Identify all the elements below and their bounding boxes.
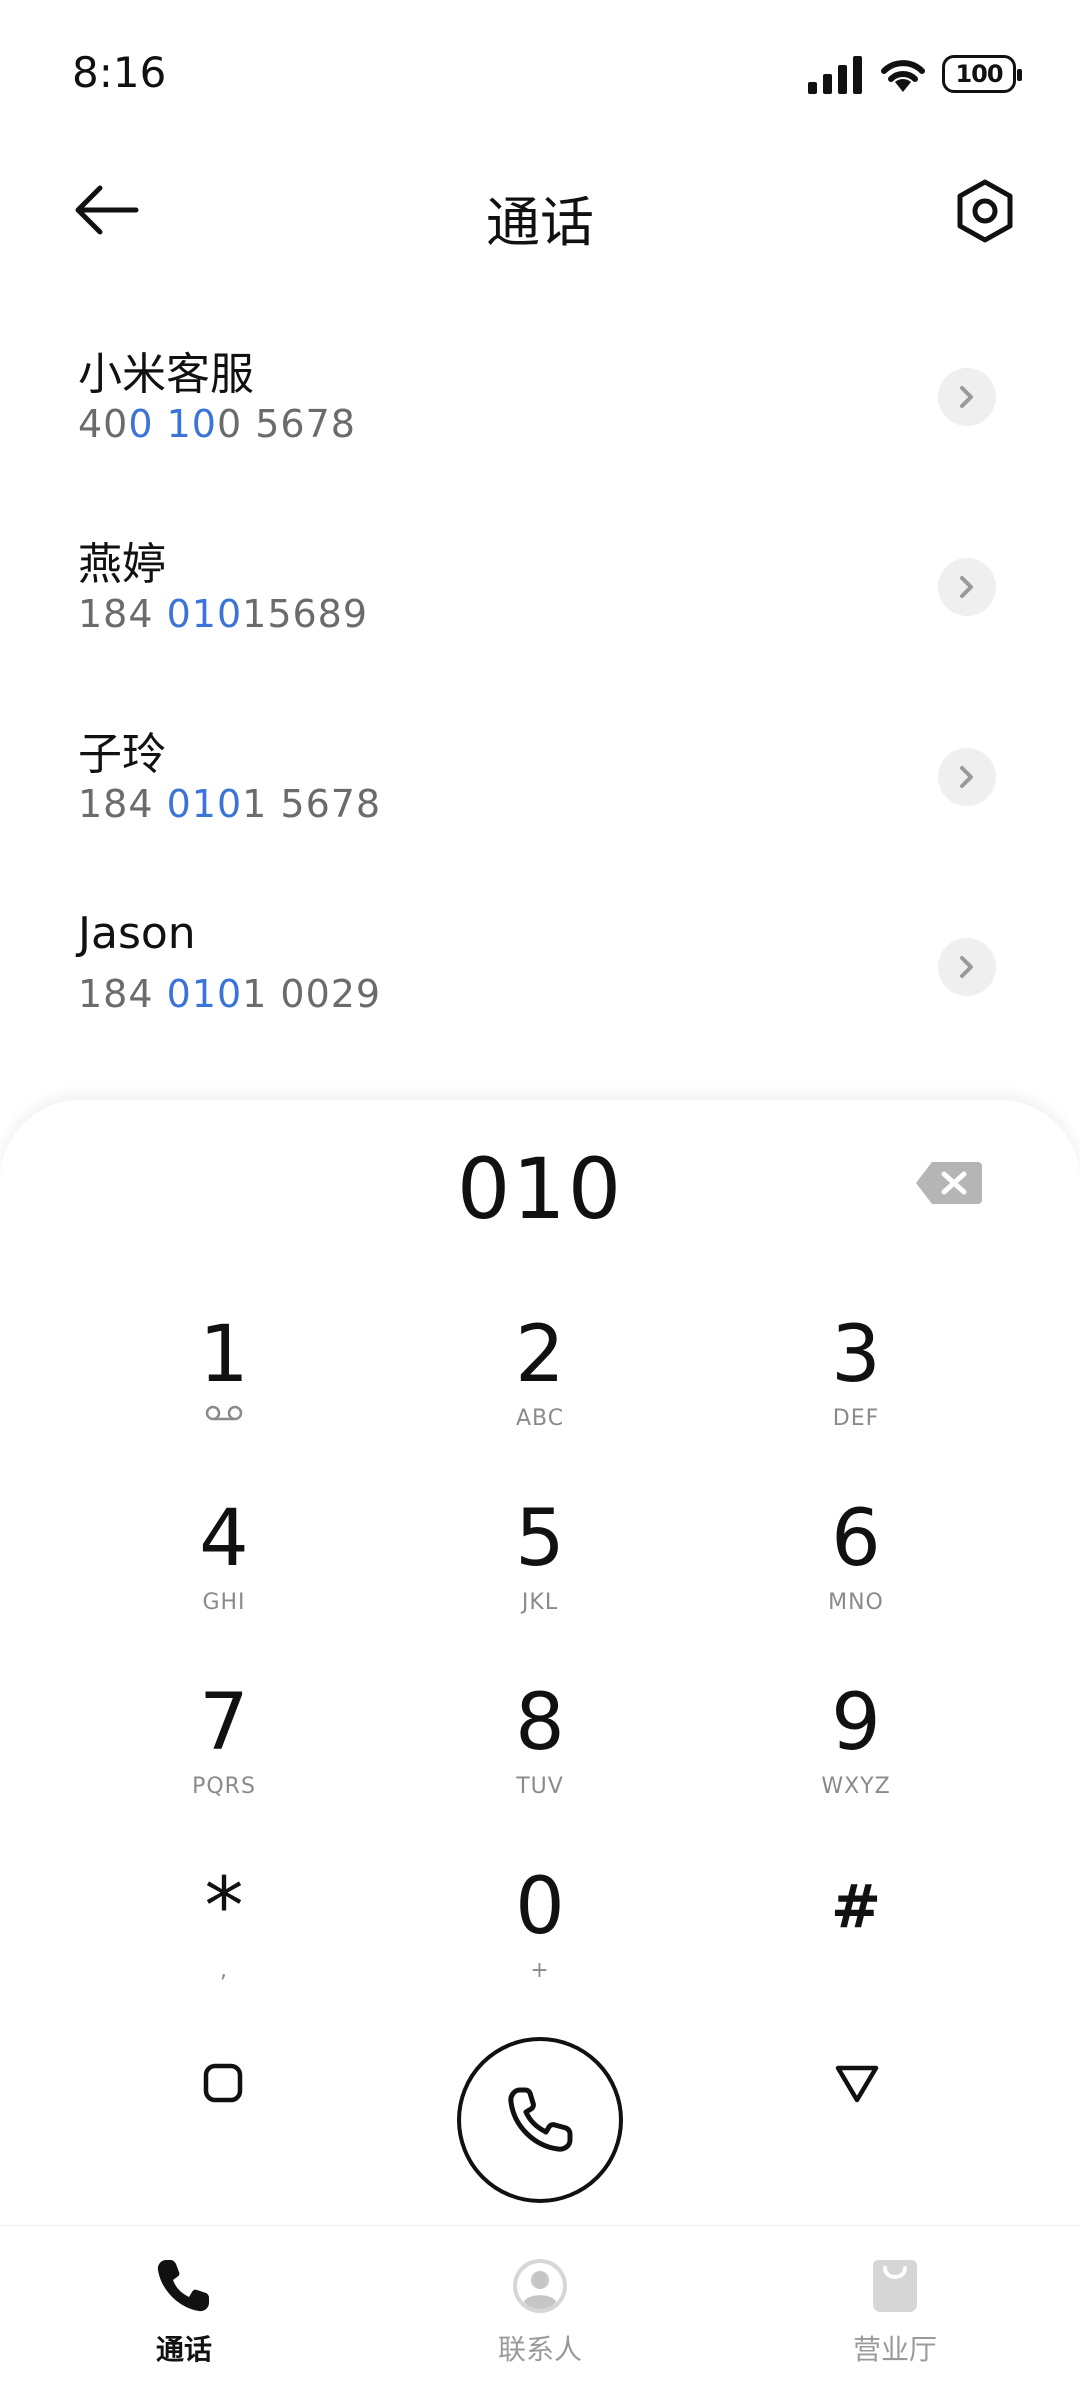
contact-row[interactable]: 小米客服 400 100 5678 xyxy=(0,300,1080,490)
key-1[interactable]: 1 xyxy=(74,1310,374,1460)
nav-tab-contacts[interactable]: 联系人 xyxy=(440,2254,640,2368)
contact-number: 400 100 5678 xyxy=(78,402,356,446)
key-7[interactable]: 7 PQRS xyxy=(74,1678,374,1828)
settings-button[interactable] xyxy=(950,176,1020,246)
contact-detail-button[interactable] xyxy=(938,558,996,616)
contact-row[interactable]: 燕婷 184 01015689 xyxy=(0,490,1080,680)
contact-detail-button[interactable] xyxy=(938,368,996,426)
bottom-nav: 通话 联系人 营业厅 xyxy=(0,2225,1080,2402)
key-8[interactable]: 8 TUV xyxy=(390,1678,690,1828)
key-4[interactable]: 4 GHI xyxy=(74,1494,374,1644)
status-time: 8:16 xyxy=(72,48,167,97)
battery-icon: 100 xyxy=(942,55,1022,93)
contact-number: 184 0101 5678 xyxy=(78,782,382,826)
call-button[interactable] xyxy=(457,2037,623,2203)
contact-name: Jason xyxy=(78,908,196,959)
battery-level: 100 xyxy=(955,60,1003,88)
signal-icon xyxy=(808,56,862,94)
chevron-right-icon xyxy=(960,956,973,978)
header: 通话 xyxy=(0,150,1080,270)
phone-handset-icon xyxy=(508,2087,573,2152)
voicemail-icon xyxy=(205,1405,243,1421)
chevron-right-icon xyxy=(960,576,973,598)
contact-name: 小米客服 xyxy=(78,349,254,400)
triangle-down-icon xyxy=(835,2065,879,2103)
key-2[interactable]: 2 ABC xyxy=(390,1310,690,1460)
contact-row[interactable]: Jason 184 0101 0029 xyxy=(0,870,1080,1060)
contact-number: 184 01015689 xyxy=(78,592,369,636)
contact-detail-button[interactable] xyxy=(938,748,996,806)
status-bar: 8:16 100 xyxy=(0,0,1080,150)
nav-tab-calls[interactable]: 通话 xyxy=(84,2254,284,2368)
dialpad-panel: 010 1 2 ABC 3 DEF 4 GHI 5 JKL 6 MNO 7 PQ… xyxy=(0,1100,1080,2225)
status-icons: 100 xyxy=(808,52,1022,96)
collapse-dialpad-button[interactable] xyxy=(832,2060,882,2106)
contact-number: 184 0101 0029 xyxy=(78,972,382,1016)
contact-list: 小米客服 400 100 5678 燕婷 184 01015689 子玲 184… xyxy=(0,300,1080,1060)
key-0[interactable]: 0 + xyxy=(390,1862,690,2012)
key-9[interactable]: 9 WXYZ xyxy=(706,1678,1006,1828)
contact-name: 子玲 xyxy=(78,729,166,780)
person-icon xyxy=(513,2259,567,2313)
chevron-right-icon xyxy=(960,386,973,408)
phone-icon xyxy=(157,2260,209,2312)
square-icon xyxy=(203,2063,243,2103)
key-5[interactable]: 5 JKL xyxy=(390,1494,690,1644)
contact-detail-button[interactable] xyxy=(938,938,996,996)
menu-button[interactable] xyxy=(200,2060,246,2106)
backspace-icon xyxy=(916,1162,982,1204)
key-6[interactable]: 6 MNO xyxy=(706,1494,1006,1644)
contact-row[interactable]: 子玲 184 0101 5678 xyxy=(0,680,1080,870)
key-hash[interactable]: # xyxy=(706,1862,1006,2012)
chevron-right-icon xyxy=(960,766,973,788)
page-title: 通话 xyxy=(486,191,594,254)
wifi-icon xyxy=(881,60,925,92)
key-star[interactable]: * , xyxy=(74,1862,374,2012)
backspace-button[interactable] xyxy=(914,1160,984,1206)
settings-hexagon-icon xyxy=(957,179,1013,243)
contact-name: 燕婷 xyxy=(78,539,166,590)
nav-tab-store[interactable]: 营业厅 xyxy=(795,2254,995,2368)
shopping-bag-icon xyxy=(873,2260,917,2312)
key-3[interactable]: 3 DEF xyxy=(706,1310,1006,1460)
